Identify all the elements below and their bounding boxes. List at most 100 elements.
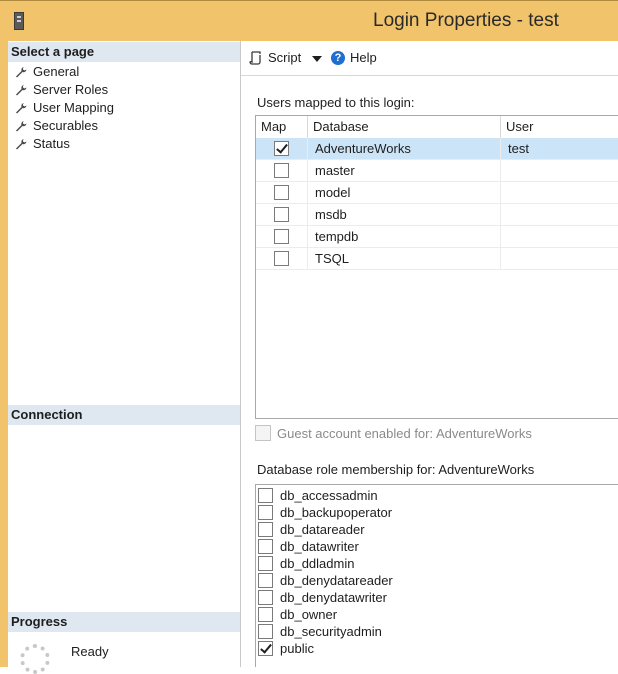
role-label: db_owner <box>280 607 338 622</box>
database-cell: tempdb <box>308 226 501 247</box>
role-item[interactable]: db_securityadmin <box>258 623 382 640</box>
map-cell <box>256 138 308 159</box>
role-checkbox[interactable] <box>258 522 273 538</box>
role-item[interactable]: db_accessadmin <box>258 487 378 504</box>
role-item[interactable]: db_datareader <box>258 521 365 538</box>
progress-header: Progress <box>8 612 240 632</box>
column-header-database[interactable]: Database <box>308 116 501 138</box>
map-cell <box>256 248 308 269</box>
user-cell[interactable] <box>501 226 618 247</box>
guest-account-option: Guest account enabled for: AdventureWork… <box>255 425 532 441</box>
progress-spinner-icon <box>20 644 50 674</box>
help-icon: ? <box>331 51 345 65</box>
role-checkbox[interactable] <box>258 488 273 504</box>
role-label: db_datawriter <box>280 539 359 554</box>
role-checkbox[interactable] <box>258 590 273 606</box>
script-icon <box>249 51 261 65</box>
window-title: Login Properties - test <box>373 10 559 31</box>
column-header-user[interactable]: User <box>501 116 618 138</box>
role-label: db_datareader <box>280 522 365 537</box>
left-pane: Select a page General Server Roles User … <box>0 41 241 674</box>
help-button[interactable]: ? Help <box>331 49 377 67</box>
page-user-mapping[interactable]: User Mapping <box>15 99 114 117</box>
role-label: public <box>280 641 314 656</box>
role-label: db_securityadmin <box>280 624 382 639</box>
role-item[interactable]: db_owner <box>258 606 337 623</box>
role-checkbox[interactable] <box>258 539 273 555</box>
map-cell <box>256 226 308 247</box>
right-pane: Script ? Help Users mapped to this login… <box>241 41 618 667</box>
map-cell <box>256 182 308 203</box>
map-checkbox[interactable] <box>274 141 289 156</box>
user-mapping-grid: Map Database User AdventureWorks test ma… <box>255 115 618 419</box>
role-item[interactable]: db_ddladmin <box>258 555 354 572</box>
page-label: Server Roles <box>33 82 109 97</box>
page-server-roles[interactable]: Server Roles <box>15 81 108 99</box>
wrench-icon <box>16 121 27 132</box>
map-checkbox[interactable] <box>274 251 289 266</box>
database-cell: msdb <box>308 204 501 225</box>
title-bar: Login Properties - test <box>0 0 618 41</box>
role-item[interactable]: db_denydatawriter <box>258 589 387 606</box>
map-checkbox[interactable] <box>274 229 289 244</box>
role-checkbox[interactable] <box>258 556 273 572</box>
script-button[interactable]: Script <box>249 49 301 67</box>
map-cell <box>256 204 308 225</box>
role-membership-list: db_accessadmin db_backupoperator db_data… <box>255 484 618 667</box>
page-general[interactable]: General <box>15 63 79 81</box>
toolbar: Script ? Help <box>241 41 618 76</box>
map-checkbox[interactable] <box>274 163 289 178</box>
database-cell: model <box>308 182 501 203</box>
mapping-row-tempdb[interactable]: tempdb <box>256 226 618 248</box>
mapping-row-adventureworks[interactable]: AdventureWorks test <box>256 138 618 160</box>
mapping-row-tsql[interactable]: TSQL <box>256 248 618 270</box>
user-cell[interactable] <box>501 182 618 203</box>
page-label: Securables <box>33 118 99 133</box>
role-membership-label: Database role membership for: AdventureW… <box>257 462 535 477</box>
database-cell: master <box>308 160 501 181</box>
role-checkbox[interactable] <box>258 607 273 623</box>
page-label: General <box>33 64 80 79</box>
map-checkbox[interactable] <box>274 185 289 200</box>
mapping-row-msdb[interactable]: msdb <box>256 204 618 226</box>
guest-account-label: Guest account enabled for: AdventureWork… <box>277 425 532 441</box>
user-cell[interactable] <box>501 248 618 269</box>
wrench-icon <box>16 139 27 150</box>
role-label: db_denydatawriter <box>280 590 387 605</box>
role-checkbox[interactable] <box>258 573 273 589</box>
page-securables[interactable]: Securables <box>15 117 98 135</box>
column-header-map[interactable]: Map <box>256 116 308 138</box>
role-label: db_denydatareader <box>280 573 393 588</box>
role-label: db_ddladmin <box>280 556 355 571</box>
map-checkbox[interactable] <box>274 207 289 222</box>
chevron-down-icon <box>312 56 322 62</box>
database-cell: AdventureWorks <box>308 138 501 159</box>
user-cell[interactable] <box>501 160 618 181</box>
user-cell[interactable]: test <box>501 138 618 159</box>
role-checkbox[interactable] <box>258 624 273 640</box>
role-item[interactable]: db_datawriter <box>258 538 359 555</box>
page-label: Status <box>33 136 70 151</box>
script-dropdown-button[interactable] <box>312 55 322 63</box>
mapping-row-model[interactable]: model <box>256 182 618 204</box>
role-checkbox[interactable] <box>258 505 273 521</box>
database-cell: TSQL <box>308 248 501 269</box>
progress-status: Ready <box>71 644 109 659</box>
connection-header: Connection <box>8 405 240 425</box>
guest-account-checkbox[interactable] <box>255 425 271 441</box>
role-checkbox[interactable] <box>258 641 273 657</box>
role-label: db_accessadmin <box>280 488 378 503</box>
grid-header: Map Database User <box>256 116 618 139</box>
page-status[interactable]: Status <box>15 135 70 153</box>
role-item[interactable]: public <box>258 640 314 657</box>
script-label: Script <box>268 50 302 65</box>
role-item[interactable]: db_denydatareader <box>258 572 393 589</box>
role-item[interactable]: db_backupoperator <box>258 504 392 521</box>
wrench-icon <box>16 103 27 114</box>
map-cell <box>256 160 308 181</box>
role-label: db_backupoperator <box>280 505 393 520</box>
users-mapped-label: Users mapped to this login: <box>257 95 415 110</box>
server-icon <box>14 12 24 30</box>
mapping-row-master[interactable]: master <box>256 160 618 182</box>
user-cell[interactable] <box>501 204 618 225</box>
